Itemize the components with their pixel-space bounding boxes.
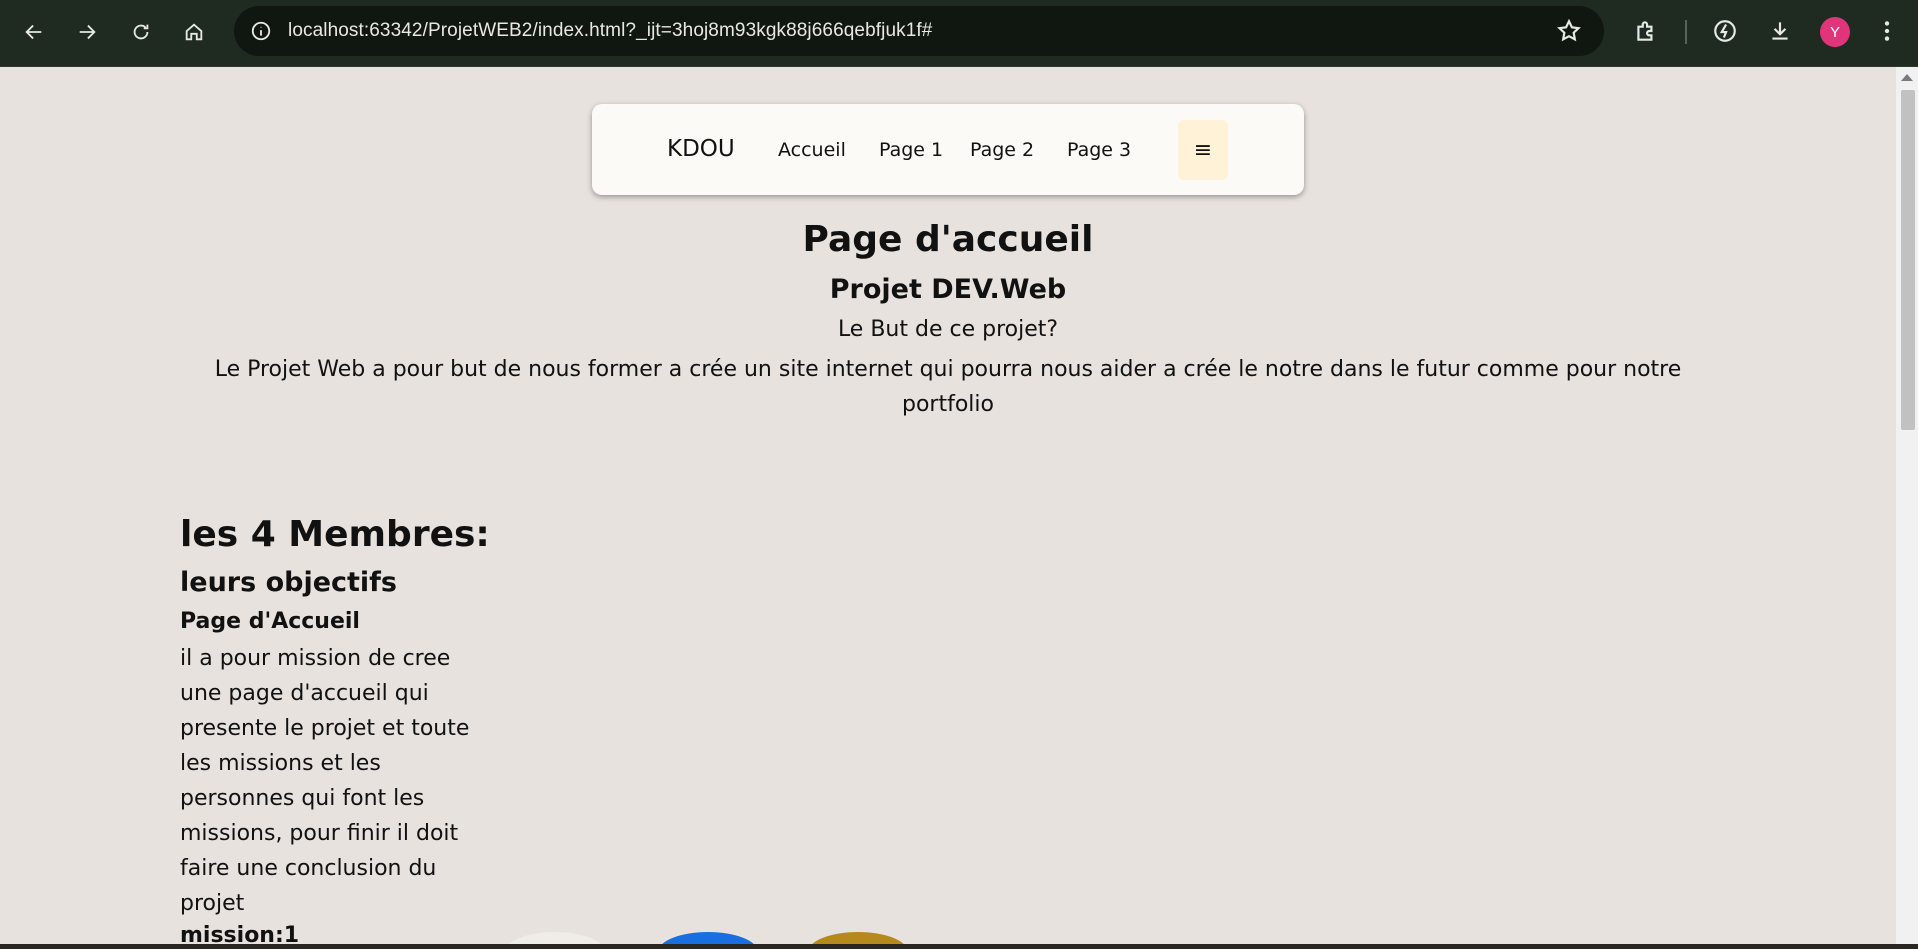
members-heading: les 4 Membres: (180, 514, 490, 555)
nav-link-accueil[interactable]: Accueil (778, 139, 846, 161)
url-text[interactable]: localhost:63342/ProjetWEB2/index.html?_i… (288, 20, 932, 42)
project-description: Le Projet Web a pour but de nous former … (214, 357, 1682, 417)
site-info-icon[interactable] (248, 18, 274, 44)
page-title: Page d'accueil (802, 219, 1094, 260)
nav-link-page-1[interactable]: Page 1 (879, 139, 943, 161)
site-brand[interactable]: KDOU (667, 136, 735, 162)
nav-link-page-3[interactable]: Page 3 (1067, 139, 1131, 161)
hamburger-menu-icon[interactable]: ≡ (1178, 120, 1228, 180)
project-question: Le But de ce projet? (837, 317, 1059, 342)
home-icon[interactable] (174, 12, 214, 52)
section-text-accueil: il a pour mission de cree une page d'acc… (180, 646, 470, 916)
taskbar-edge (0, 944, 1918, 949)
scroll-thumb[interactable] (1901, 90, 1915, 430)
scroll-up-arrow-icon[interactable] (1901, 74, 1913, 81)
profile-avatar[interactable]: Y (1820, 17, 1850, 47)
forward-arrow-icon[interactable] (67, 12, 107, 52)
toolbar-separator (1685, 20, 1687, 44)
bookmark-star-icon[interactable] (1556, 18, 1582, 44)
section-heading-accueil: Page d'Accueil (180, 609, 360, 634)
page-subtitle: Projet DEV.Web (829, 274, 1067, 305)
downloads-icon[interactable] (1763, 14, 1797, 48)
performance-icon[interactable] (1708, 14, 1742, 48)
objectives-heading: leurs objectifs (180, 567, 398, 598)
more-vert-icon[interactable] (1870, 14, 1904, 48)
reload-icon[interactable] (121, 12, 161, 52)
site-navbar: KDOU Accueil Page 1 Page 2 Page 3 ≡ (592, 104, 1304, 195)
back-arrow-icon[interactable] (14, 12, 54, 52)
address-bar[interactable]: localhost:63342/ProjetWEB2/index.html?_i… (234, 6, 1604, 56)
nav-link-page-2[interactable]: Page 2 (970, 139, 1034, 161)
extensions-icon[interactable] (1629, 14, 1663, 48)
